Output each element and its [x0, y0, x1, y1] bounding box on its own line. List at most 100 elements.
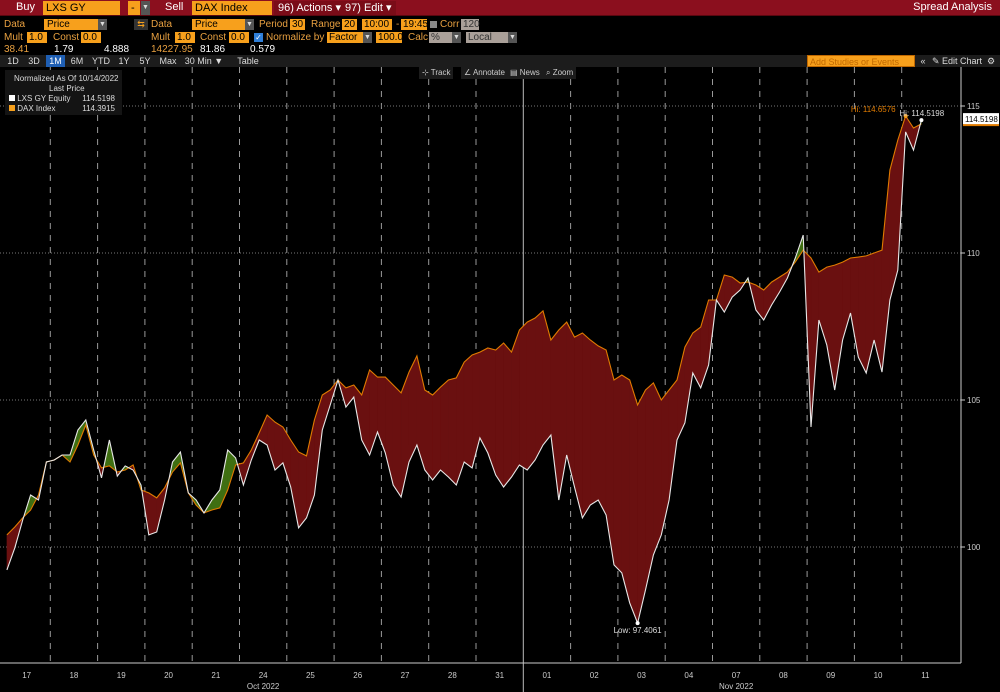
actions-menu[interactable]: 96) Actions ▾: [274, 1, 345, 15]
x-tick-label: 21: [211, 671, 220, 680]
mult2-input[interactable]: 1.0: [175, 32, 195, 43]
spread-fill-segment: [479, 347, 489, 454]
spread-fill-segment: [266, 414, 276, 471]
x-tick-label: 02: [590, 671, 599, 680]
track-label: Track: [430, 68, 451, 77]
spread-fill-segment: [526, 317, 536, 471]
calc-label: Calc: [408, 32, 429, 43]
const-input[interactable]: 0.0: [81, 32, 101, 43]
month-label: Nov 2022: [719, 682, 754, 691]
settings-gear-icon[interactable]: ⚙: [985, 55, 997, 67]
normalize-select[interactable]: Factor: [327, 32, 363, 43]
tab-max[interactable]: Max: [157, 55, 179, 67]
spread-fill-segment: [495, 342, 504, 488]
collapse-icon[interactable]: «: [917, 55, 929, 67]
news-button[interactable]: ▤ News: [507, 67, 543, 79]
time-to-input[interactable]: 19:45: [401, 19, 428, 30]
add-studies-input[interactable]: Add Studies or Events: [807, 55, 915, 67]
mult-input[interactable]: 1.0: [27, 32, 47, 43]
spread-fill-segment: [881, 170, 891, 373]
spread-fill-segment: [826, 264, 835, 391]
operator-dropdown-icon[interactable]: ▼: [141, 1, 150, 15]
legend-value: 114.3915: [82, 104, 115, 113]
factor-input[interactable]: 100.0: [376, 32, 403, 43]
tab-3d[interactable]: 3D: [25, 55, 43, 67]
news-label: News: [519, 68, 540, 77]
y-tick-label: 110: [967, 249, 980, 258]
calc-dropdown-icon[interactable]: ▼: [452, 32, 461, 43]
legend-item-lxs[interactable]: LXS GY Equity 114.5198: [9, 94, 121, 103]
data2-label: Data: [151, 19, 173, 30]
spread-fill-segment: [298, 451, 307, 529]
x-tick-label: 26: [353, 671, 362, 680]
data-label: Data: [4, 19, 26, 30]
spread-fill-segment: [763, 281, 772, 321]
tab-1m[interactable]: 1M: [46, 55, 65, 67]
spread-fill-segment: [542, 310, 552, 446]
tab-1y[interactable]: 1Y: [115, 55, 133, 67]
buy-ticker-input[interactable]: LXS GY Equity: [43, 1, 120, 28]
spread-fill-segment: [290, 439, 299, 528]
x-tick-label: 10: [874, 671, 883, 680]
data2-dropdown-icon[interactable]: ▼: [245, 19, 254, 30]
range-input[interactable]: 20: [342, 19, 357, 30]
x-tick-label: 19: [117, 671, 126, 680]
calc-select[interactable]: %: [429, 32, 452, 43]
frequency-select[interactable]: 30 Min ▼: [182, 55, 226, 67]
edit-chart-button[interactable]: ✎ Edit Chart: [931, 55, 983, 67]
spread-fill-segment: [566, 321, 575, 488]
data2-select[interactable]: Price: [192, 19, 245, 30]
track-button[interactable]: ⊹ Track: [419, 67, 454, 79]
spread-fill-segment: [392, 384, 402, 498]
normalize-checkbox[interactable]: ✓: [254, 33, 263, 42]
tab-ytd[interactable]: YTD: [90, 55, 112, 67]
legend-name: LXS GY Equity: [17, 94, 71, 103]
data-select[interactable]: Price: [44, 19, 98, 30]
legend-name: DAX Index: [17, 104, 56, 113]
annotate-button[interactable]: ∠ Annotate: [461, 67, 508, 79]
data-dropdown-icon[interactable]: ▼: [98, 19, 107, 30]
edit-menu[interactable]: 97) Edit ▾: [341, 1, 396, 15]
tab-5y[interactable]: 5Y: [136, 55, 154, 67]
tab-table[interactable]: Table: [230, 55, 266, 67]
period-input[interactable]: 30: [290, 19, 305, 30]
spread-fill-segment: [148, 492, 157, 536]
currency-dropdown-icon[interactable]: ▼: [508, 32, 517, 43]
legend-item-dax[interactable]: DAX Index 114.3915: [9, 104, 121, 113]
x-tick-label: 27: [401, 671, 410, 680]
tab-1d[interactable]: 1D: [4, 55, 22, 67]
const2-input[interactable]: 0.0: [229, 32, 249, 43]
corr-checkbox[interactable]: [430, 21, 437, 28]
x-tick-label: 20: [164, 671, 173, 680]
sell-ticker-input[interactable]: DAX Index: [192, 1, 272, 15]
swap-icon[interactable]: ⇆: [134, 19, 148, 30]
tab-6m[interactable]: 6M: [67, 55, 87, 67]
corr-input[interactable]: 120: [461, 19, 480, 30]
spread-fill-segment: [668, 379, 678, 500]
annotations: Low: 97.4061 Hi: 114.6576 Hi: 114.5198 114.…: [614, 105, 999, 635]
legend: Normalized As Of 10/14/2022 Last Price L…: [5, 70, 122, 115]
y-tick-label: 115: [967, 102, 980, 111]
currency-select[interactable]: Local: [466, 32, 508, 43]
operator-select[interactable]: -: [128, 1, 140, 15]
spread-fill-segment: [834, 261, 843, 391]
spread-fill-segment: [621, 374, 630, 603]
x-tick-label: 03: [637, 671, 646, 680]
time-from-input[interactable]: 10:00: [362, 19, 392, 30]
spread-fill-segment: [590, 339, 599, 506]
legend-subtitle: Last Price: [49, 84, 85, 93]
value-5: 81.86: [200, 44, 226, 55]
normalize-dropdown-icon[interactable]: ▼: [363, 32, 372, 43]
lxs-high-marker: [919, 118, 924, 123]
spread-fill-segment: [172, 451, 181, 473]
spread-chart[interactable]: 17 18 19 20 21 24 25 26 27 28 31 01 02 03 04 07 08 09 10 11…: [0, 67, 1000, 692]
zoom-button[interactable]: ⌕ Zoom: [543, 67, 577, 79]
spread-fill-segment: [211, 489, 221, 511]
spread-fill-segment: [858, 255, 867, 374]
spread-fill-segment: [629, 379, 638, 624]
spread-fill-segment: [637, 389, 646, 624]
value-last-sell: 14227.95: [151, 44, 193, 55]
corr-label: Corr: [440, 19, 460, 30]
x-tick-label: 11: [921, 671, 930, 680]
spread-fill-segment: [613, 374, 623, 574]
